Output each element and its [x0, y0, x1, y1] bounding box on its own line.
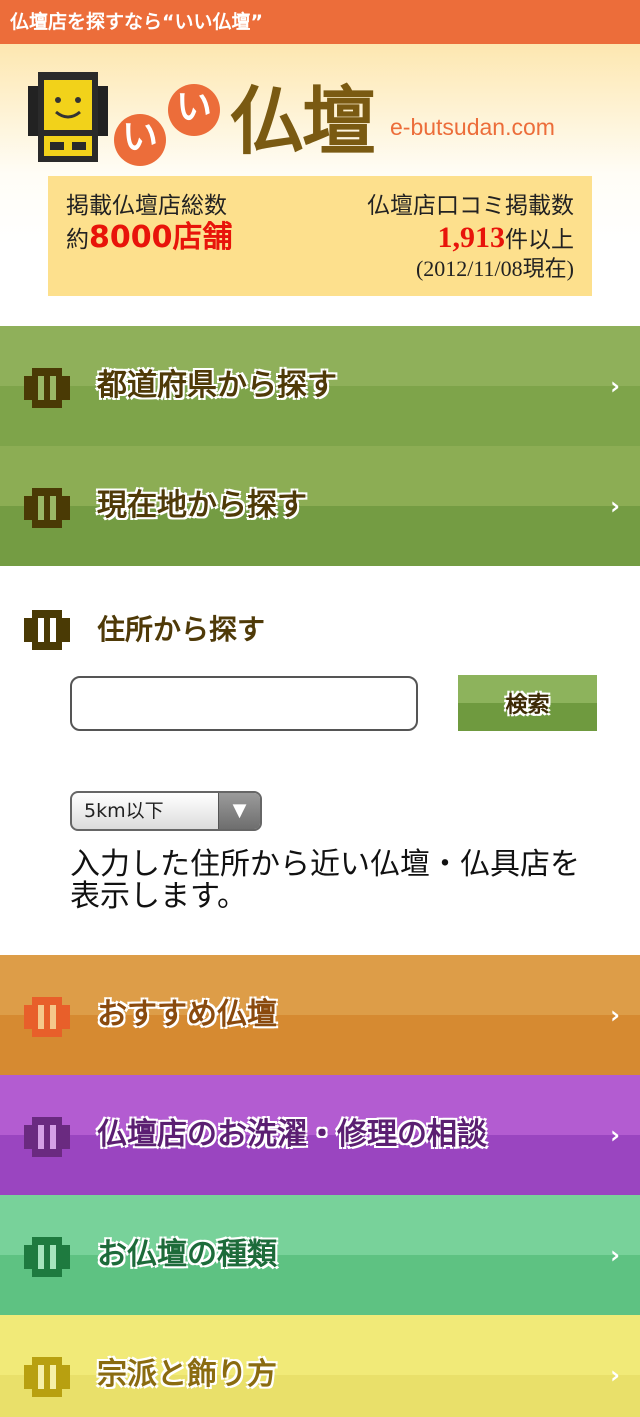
search-button[interactable]: 検索	[458, 675, 597, 731]
butsudan-icon	[24, 997, 70, 1037]
chevron-right-icon: ›	[610, 1361, 620, 1389]
chevron-right-icon: ›	[610, 1001, 620, 1029]
site-header: い い 仏壇 e-butsudan.com 掲載仏壇店総数 約8000店舗 仏壇…	[0, 44, 640, 324]
nav-label: おすすめ仏壇	[97, 997, 277, 1032]
butsudan-icon	[24, 1357, 70, 1397]
nav-butsudan-types[interactable]: お仏壇の種類 ›	[0, 1195, 640, 1315]
nav-label: 現在地から探す	[97, 488, 307, 523]
distance-select[interactable]: 5km以下 ▼	[70, 791, 262, 831]
butsudan-icon	[24, 1237, 70, 1277]
reviews-suffix: 件以上	[505, 227, 574, 253]
shops-count: 8000店舗	[89, 220, 233, 255]
reviews-count: 1,913	[437, 221, 506, 254]
top-bar: 仏壇店を探すなら“いい仏壇”	[0, 0, 640, 44]
butsudan-mascot-icon	[28, 72, 108, 162]
nav-label: 都道府県から探す	[97, 368, 337, 403]
logo-title: 仏壇	[230, 79, 376, 165]
stats-date: (2012/11/08現在)	[415, 256, 574, 281]
top-bar-title: 仏壇店を探すなら“いい仏壇”	[10, 11, 263, 33]
butsudan-icon	[24, 610, 70, 650]
nav-label: 宗派と飾り方	[97, 1357, 277, 1392]
logo-i-circle: い	[114, 114, 166, 166]
stats-box: 掲載仏壇店総数 約8000店舗 仏壇店口コミ掲載数 1,913件以上 (2012…	[48, 176, 592, 296]
address-search-description: 入力した住所から近い仏壇・仏具店を表示します。	[70, 847, 580, 914]
distance-value: 5km以下	[84, 800, 164, 822]
reviews-label: 仏壇店口コミ掲載数	[367, 193, 574, 219]
chevron-right-icon: ›	[610, 1121, 620, 1149]
chevron-right-icon: ›	[610, 372, 620, 400]
nav-prefecture-search[interactable]: 都道府県から探す ›	[0, 326, 640, 446]
nav-recommended[interactable]: おすすめ仏壇 ›	[0, 955, 640, 1075]
chevron-right-icon: ›	[610, 492, 620, 520]
site-domain: e-butsudan.com	[390, 114, 555, 140]
logo-i-circle: い	[168, 84, 220, 136]
nav-cleaning-repair[interactable]: 仏壇店のお洗濯・修理の相談 ›	[0, 1075, 640, 1195]
butsudan-icon	[24, 1117, 70, 1157]
chevron-right-icon: ›	[610, 1241, 620, 1269]
address-input[interactable]	[70, 676, 418, 731]
nav-label: お仏壇の種類	[97, 1237, 277, 1272]
shops-prefix: 約	[66, 227, 89, 253]
nav-label: 仏壇店のお洗濯・修理の相談	[97, 1117, 487, 1152]
nav-sects-decoration[interactable]: 宗派と飾り方 ›	[0, 1315, 640, 1417]
butsudan-icon	[24, 368, 70, 408]
address-search-title: 住所から探す	[97, 613, 266, 646]
shops-label: 掲載仏壇店総数	[66, 193, 227, 219]
triangle-down-icon: ▼	[218, 793, 260, 829]
nav-current-location-search[interactable]: 現在地から探す ›	[0, 446, 640, 566]
butsudan-icon	[24, 488, 70, 528]
address-search-section: 住所から探す 検索 5km以下 ▼ 入力した住所から近い仏壇・仏具店を表示します…	[0, 566, 640, 955]
